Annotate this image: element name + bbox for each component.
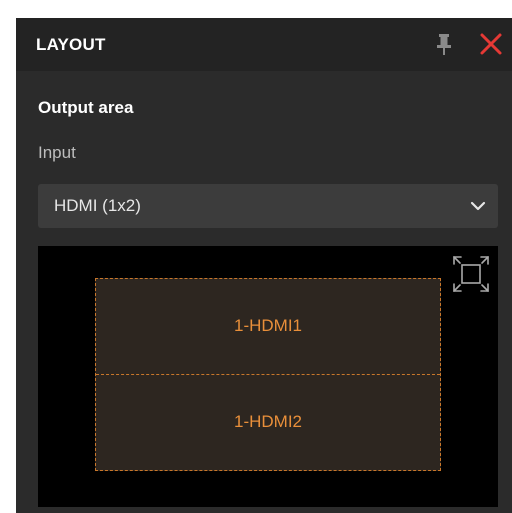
panel-header: LAYOUT [16, 18, 512, 71]
fullscreen-icon[interactable] [451, 254, 491, 294]
panel-title: LAYOUT [36, 35, 106, 54]
layout-panel: LAYOUT Output area Input HDMI (1x2) 1-HD… [16, 18, 512, 513]
layout-window-hdmi2[interactable]: 1-HDMI2 [96, 375, 440, 471]
input-label: Input [38, 143, 76, 162]
layout-window-hdmi1[interactable]: 1-HDMI1 [96, 279, 440, 375]
layout-windows: 1-HDMI1 1-HDMI2 [95, 278, 441, 471]
layout-canvas[interactable]: 1-HDMI1 1-HDMI2 [38, 246, 498, 507]
input-select-value: HDMI (1x2) [54, 196, 141, 215]
input-select[interactable]: HDMI (1x2) [38, 184, 498, 228]
output-area-heading: Output area [38, 98, 134, 117]
chevron-down-icon [470, 201, 486, 211]
pin-icon[interactable] [436, 33, 452, 55]
close-icon[interactable] [479, 32, 503, 56]
